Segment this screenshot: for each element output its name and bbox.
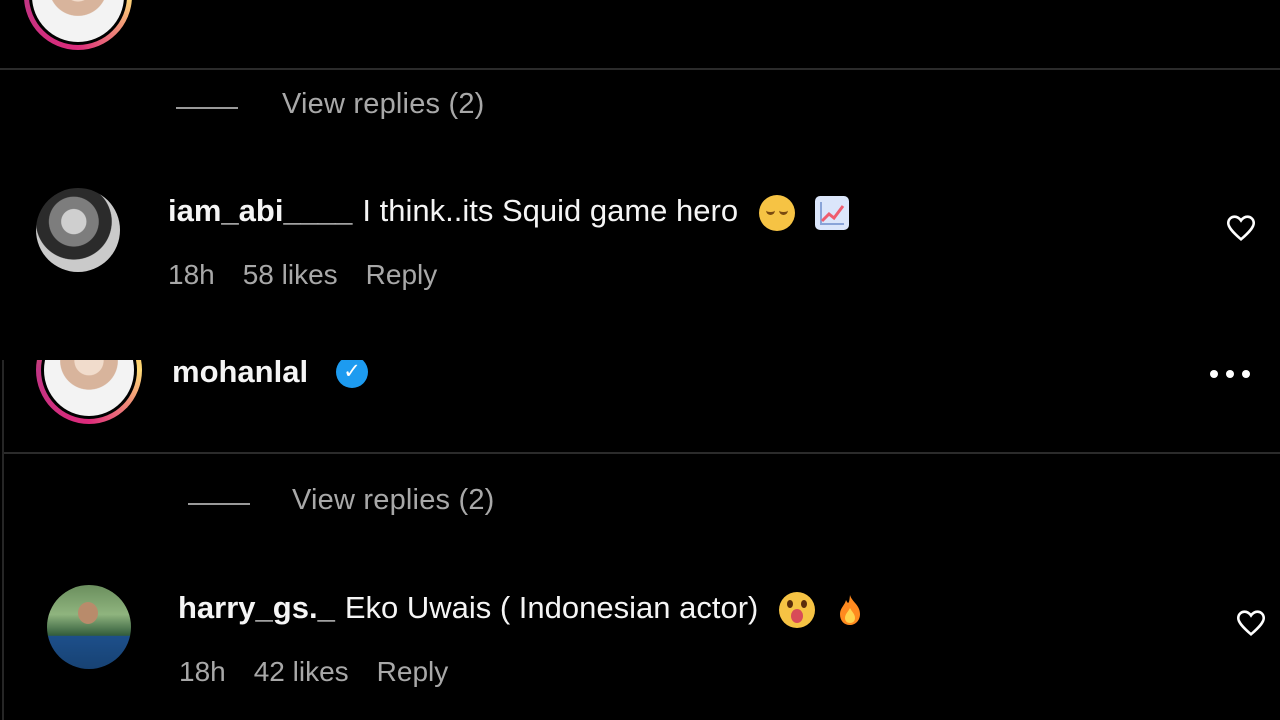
section-divider [4,452,1280,454]
view-replies-button[interactable]: View replies (2) [282,88,485,121]
fire-icon [836,593,864,627]
top-comment-panel: View replies (2) iam_abi____ I think..its… [0,0,1280,360]
chart-increasing-icon [815,195,850,230]
more-options-icon[interactable] [1210,370,1252,380]
top-story-avatar[interactable] [24,0,132,50]
commenter-avatar[interactable] [36,188,120,272]
view-replies-button[interactable]: View replies (2) [292,484,495,517]
reply-button[interactable]: Reply [377,656,449,687]
profile-photo [32,0,124,42]
post-author-avatar[interactable] [36,360,142,424]
like-heart-icon[interactable] [1224,211,1258,245]
verified-badge-icon: ✓ [336,360,368,388]
comment-time: 18h [168,259,215,290]
post-username[interactable]: mohanlal [172,360,308,390]
comment-meta: 18h 42 likes Reply [179,656,476,688]
comment-username[interactable]: iam_abi____ [168,193,352,228]
view-replies-line [176,107,238,109]
relieved-face-icon [758,194,795,231]
profile-photo [44,360,134,416]
commenter-avatar[interactable] [47,585,131,669]
comment-text: Eko Uwais ( Indonesian actor) [344,590,759,625]
like-heart-icon[interactable] [1234,606,1268,640]
reply-button[interactable]: Reply [366,259,438,290]
panel-border-left [2,360,4,455]
comment-meta: 18h 58 likes Reply [168,259,465,291]
comment-likes[interactable]: 58 likes [243,259,338,290]
comment-username[interactable]: harry_gs._ [178,590,335,625]
view-replies-line [188,503,250,505]
astonished-face-icon [778,591,815,628]
comment-time: 18h [179,656,226,687]
panel-border-left [2,452,4,720]
comment-text: I think..its Squid game hero [362,193,739,228]
section-divider [0,68,1280,70]
comment-row: harry_gs._ Eko Uwais ( Indonesian actor) [178,590,864,628]
bottom-comment-panel: mohanlal ✓ View replies (2) harry_gs._ Ek… [0,360,1280,720]
comment-row: iam_abi____ I think..its Squid game hero [168,193,850,231]
comment-likes[interactable]: 42 likes [254,656,349,687]
